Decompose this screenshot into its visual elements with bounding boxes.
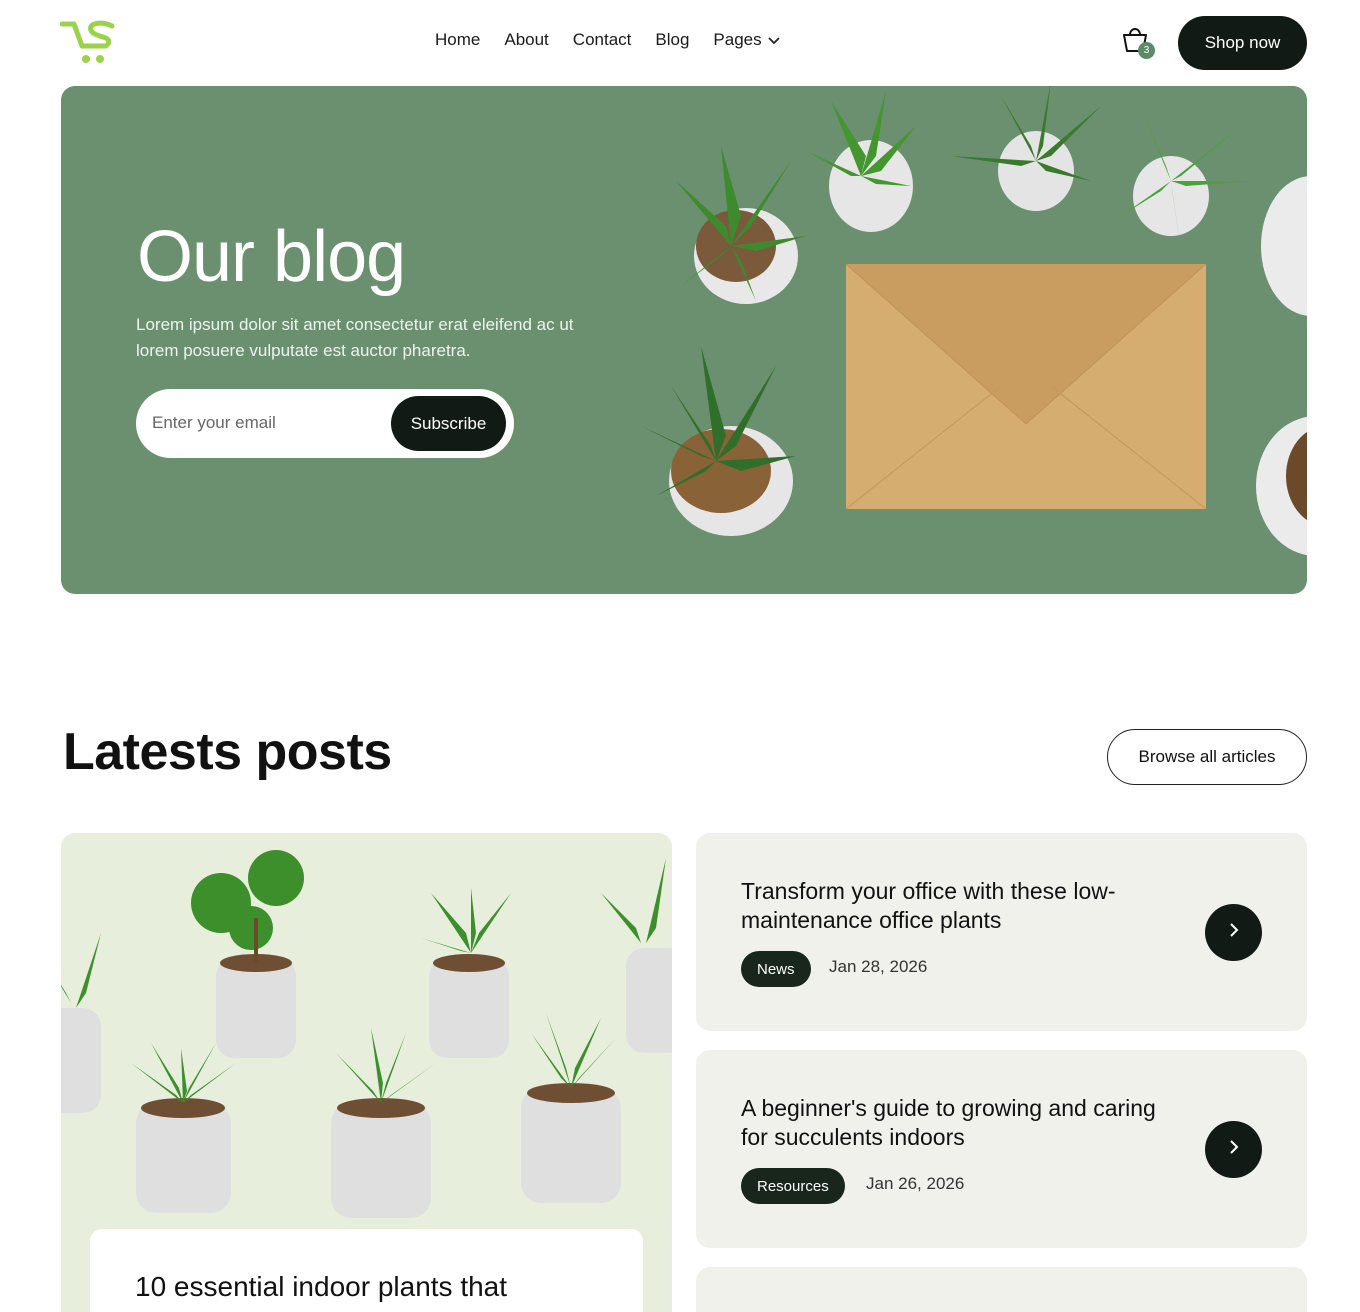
cart-count-badge: 3	[1138, 42, 1155, 59]
hero-title: Our blog	[137, 217, 406, 297]
browse-all-articles-button[interactable]: Browse all articles	[1107, 729, 1307, 785]
chevron-down-icon	[767, 30, 780, 50]
post-title[interactable]: A beginner's guide to growing and caring…	[741, 1094, 1161, 1152]
nav-blog[interactable]: Blog	[655, 30, 689, 50]
post-card-partial[interactable]	[696, 1267, 1307, 1312]
post-date: Jan 26, 2026	[866, 1174, 965, 1193]
main-nav: Home About Contact Blog Pages	[435, 30, 804, 50]
post-category-tag[interactable]: News	[741, 951, 811, 987]
hero-banner: Our blog Lorem ipsum dolor sit amet cons…	[61, 86, 1307, 594]
latest-posts-title: Latests posts	[63, 723, 392, 781]
post-category-tag[interactable]: Resources	[741, 1168, 845, 1204]
featured-post-title[interactable]: 10 essential indoor plants that	[135, 1271, 507, 1303]
post-card[interactable]: A beginner's guide to growing and caring…	[696, 1050, 1307, 1248]
email-input[interactable]	[152, 403, 372, 443]
nav-blog-label: Blog	[655, 30, 690, 49]
nav-contact[interactable]: Contact	[573, 30, 632, 50]
post-card[interactable]: Transform your office with these low-mai…	[696, 833, 1307, 1031]
nav-pages-label: Pages	[713, 30, 762, 49]
nav-contact-label: Contact	[572, 30, 632, 49]
site-header: Home About Contact Blog Pages 3 Shop now	[0, 0, 1360, 86]
shop-now-button[interactable]: Shop now	[1178, 16, 1307, 70]
nav-about-label: About	[504, 30, 549, 49]
chevron-right-icon	[1229, 1140, 1239, 1159]
shopping-bag-button[interactable]: 3	[1120, 24, 1158, 62]
subscribe-form: Subscribe	[136, 389, 514, 458]
post-date: Jan 28, 2026	[829, 957, 928, 976]
featured-post-card[interactable]: 10 essential indoor plants that	[61, 833, 672, 1312]
post-open-button[interactable]	[1205, 1121, 1262, 1178]
nav-home-label: Home	[435, 30, 481, 49]
post-title[interactable]: Transform your office with these low-mai…	[741, 877, 1161, 935]
featured-post-caption: 10 essential indoor plants that	[90, 1229, 643, 1312]
post-open-button[interactable]	[1205, 904, 1262, 961]
hero-plants-envelope-image	[641, 86, 1307, 556]
nav-about[interactable]: About	[504, 30, 548, 50]
hero-description: Lorem ipsum dolor sit amet consectetur e…	[136, 315, 574, 360]
nav-pages[interactable]: Pages	[713, 30, 780, 50]
chevron-right-icon	[1229, 923, 1239, 942]
nav-home[interactable]: Home	[435, 30, 480, 50]
subscribe-button[interactable]: Subscribe	[391, 396, 506, 451]
cart-logo-icon[interactable]	[59, 18, 116, 66]
